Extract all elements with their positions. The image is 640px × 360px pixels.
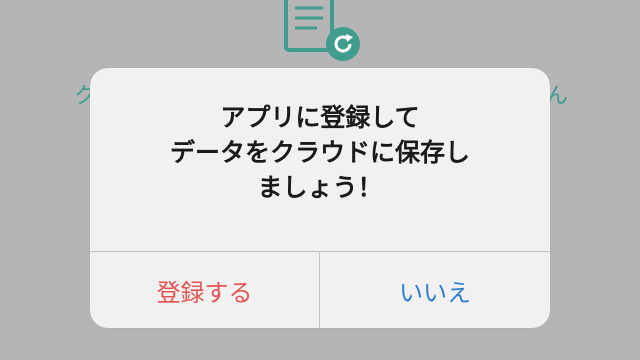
register-button[interactable]: 登録する <box>90 252 319 328</box>
document-refresh-icon <box>284 0 360 61</box>
alert-dialog: アプリに登録して データをクラウドに保存し ましょう！ 登録する いいえ <box>90 68 550 328</box>
dialog-message: アプリに登録して データをクラウドに保存し ましょう！ <box>169 103 470 202</box>
no-button[interactable]: いいえ <box>320 252 550 328</box>
